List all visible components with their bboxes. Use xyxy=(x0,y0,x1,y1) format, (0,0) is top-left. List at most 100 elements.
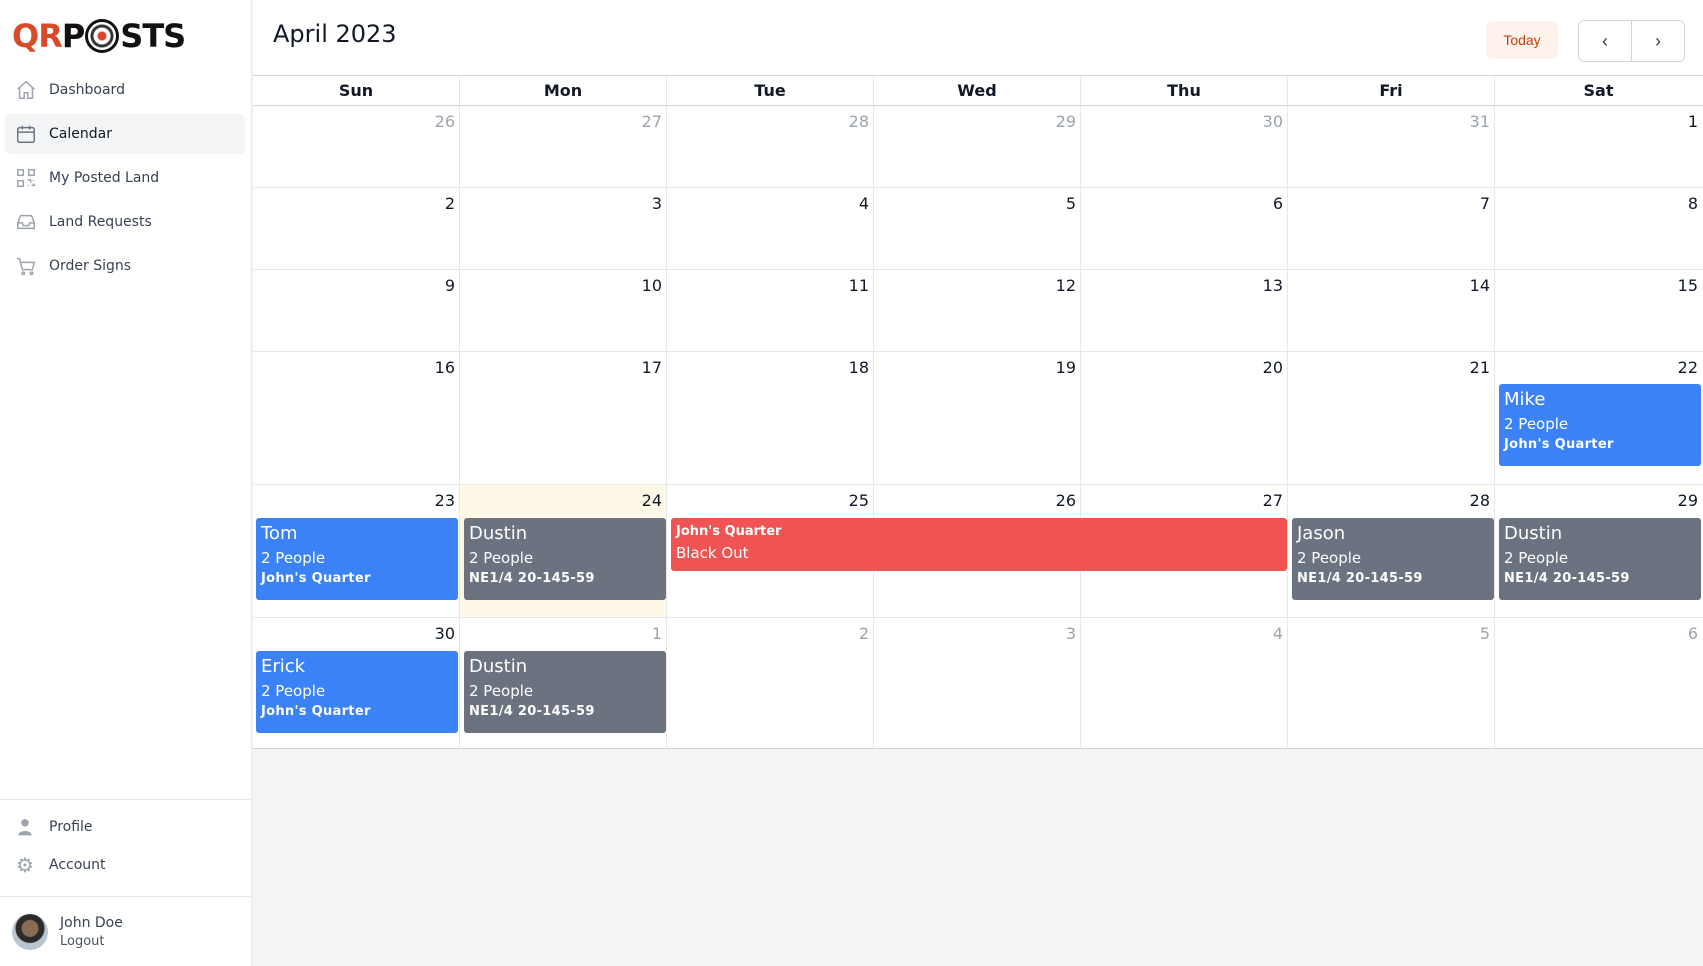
event-name: Jason xyxy=(1297,523,1346,544)
avatar[interactable] xyxy=(12,913,48,950)
calendar-event[interactable]: Dustin 2 People NE1/4 20-145-59 xyxy=(464,651,666,733)
day-cell[interactable]: 14 xyxy=(1288,270,1495,351)
weekday-label: Mon xyxy=(460,76,667,105)
event-land: NE1/4 20-145-59 xyxy=(1297,571,1423,586)
event-land: John's Quarter xyxy=(261,704,371,719)
day-cell[interactable]: 7 xyxy=(1288,188,1495,269)
weekday-label: Sat xyxy=(1583,81,1614,100)
day-cell[interactable]: 29 xyxy=(874,106,1081,187)
user-panel: John Doe Logout xyxy=(0,896,252,966)
day-cell[interactable]: 31 xyxy=(1288,106,1495,187)
logo-text-left: QR xyxy=(12,17,63,55)
sidebar-item-label: Dashboard xyxy=(49,82,125,98)
day-cell[interactable]: 2 xyxy=(253,188,460,269)
week-row: 26 27 28 29 30 31 1 xyxy=(253,106,1703,188)
day-cell[interactable]: 4 xyxy=(667,188,874,269)
qrposts-logo[interactable]: QRPOPSTS xyxy=(12,16,186,56)
day-cell[interactable]: 17 xyxy=(460,352,667,484)
sidebar-item-label: Profile xyxy=(49,819,93,835)
calendar-event[interactable]: Jason 2 People NE1/4 20-145-59 xyxy=(1292,518,1494,600)
event-title: Black Out xyxy=(676,544,749,562)
sidebar-item-dashboard[interactable]: Dashboard xyxy=(5,70,245,110)
calendar-grid: Sun Mon Tue Wed Thu Fri Sat 26 27 28 29 … xyxy=(253,75,1703,750)
day-cell[interactable]: 28 xyxy=(667,106,874,187)
event-name: Dustin xyxy=(1504,523,1563,544)
gear-icon: ⚙ xyxy=(16,853,34,877)
week-row: 16 17 18 19 20 21 22 xyxy=(253,352,1703,485)
event-name: Tom xyxy=(261,523,298,544)
day-cell[interactable]: 10 xyxy=(460,270,667,351)
event-name: Mike xyxy=(1504,389,1546,410)
event-land: John's Quarter xyxy=(1504,437,1614,452)
cart-icon xyxy=(16,257,36,276)
logo-text-right: STS xyxy=(120,17,186,55)
day-cell[interactable]: 5 xyxy=(1288,618,1495,750)
day-cell[interactable]: 6 xyxy=(1081,188,1288,269)
day-cell[interactable]: 12 xyxy=(874,270,1081,351)
next-month-button[interactable]: › xyxy=(1631,21,1684,61)
sidebar-item-my-posted-land[interactable]: My Posted Land xyxy=(5,158,245,198)
day-cell[interactable]: 19 xyxy=(874,352,1081,484)
sidebar: QRPOPSTS Dashboard Calendar My Posted La… xyxy=(0,0,252,966)
sidebar-item-label: Account xyxy=(49,857,106,873)
week-row: 9 10 11 12 13 14 15 xyxy=(253,270,1703,352)
sidebar-item-calendar[interactable]: Calendar xyxy=(5,114,245,154)
day-cell[interactable]: 16 xyxy=(253,352,460,484)
sidebar-item-profile[interactable]: Profile xyxy=(0,808,252,846)
day-cell[interactable]: 20 xyxy=(1081,352,1288,484)
qr-code-icon xyxy=(17,169,35,187)
event-people: 2 People xyxy=(469,682,534,700)
day-cell[interactable]: 21 xyxy=(1288,352,1495,484)
day-cell[interactable]: 6 xyxy=(1495,618,1702,750)
event-land: John's Quarter xyxy=(261,571,371,586)
event-people: 2 People xyxy=(1504,415,1569,433)
weekday-label: Tue xyxy=(667,76,874,105)
blackout-event[interactable]: John's Quarter Black Out xyxy=(671,518,1287,571)
calendar-event[interactable]: Dustin 2 People NE1/4 20-145-59 xyxy=(1499,518,1701,600)
day-cell[interactable]: 5 xyxy=(874,188,1081,269)
calendar-event[interactable]: Tom 2 People John's Quarter xyxy=(256,518,458,600)
event-people: 2 People xyxy=(261,682,326,700)
calendar-event[interactable]: Dustin 2 People NE1/4 20-145-59 xyxy=(464,518,666,600)
weekday-label: Thu xyxy=(1081,76,1288,105)
event-land: NE1/4 20-145-59 xyxy=(1504,571,1630,586)
sidebar-item-label: My Posted Land xyxy=(49,170,160,186)
day-cell[interactable]: 13 xyxy=(1081,270,1288,351)
user-name: John Doe xyxy=(60,914,123,931)
day-cell[interactable]: 26 xyxy=(253,106,460,187)
day-cell[interactable]: 3 xyxy=(460,188,667,269)
weekday-label: Fri xyxy=(1288,76,1495,105)
sidebar-item-label: Land Requests xyxy=(49,214,152,230)
sidebar-item-order-signs[interactable]: Order Signs xyxy=(5,246,245,286)
day-cell[interactable]: 15 xyxy=(1495,270,1702,351)
user-icon xyxy=(14,816,36,838)
day-cell[interactable]: 2 xyxy=(667,618,874,750)
day-cell[interactable]: 30 xyxy=(1081,106,1288,187)
event-land: NE1/4 20-145-59 xyxy=(469,704,595,719)
prev-month-button[interactable]: ‹ xyxy=(1579,21,1631,61)
calendar-event[interactable]: Erick 2 People John's Quarter xyxy=(256,651,458,733)
sidebar-item-account[interactable]: ⚙ Account xyxy=(0,846,252,884)
sidebar-item-land-requests[interactable]: Land Requests xyxy=(5,202,245,242)
day-cell[interactable]: 27 xyxy=(460,106,667,187)
event-name: Dustin xyxy=(469,523,528,544)
day-cell[interactable]: 9 xyxy=(253,270,460,351)
day-cell[interactable]: 11 xyxy=(667,270,874,351)
week-row: 2 3 4 5 6 7 8 xyxy=(253,188,1703,270)
calendar-icon xyxy=(17,125,35,143)
today-button[interactable]: Today xyxy=(1486,21,1558,59)
day-cell[interactable]: 3 xyxy=(874,618,1081,750)
day-cell[interactable]: 18 xyxy=(667,352,874,484)
logout-link[interactable]: Logout xyxy=(60,934,123,949)
day-cell[interactable]: 4 xyxy=(1081,618,1288,750)
calendar-header: April 2023 Today ‹ › xyxy=(253,0,1703,75)
secondary-nav: Profile ⚙ Account xyxy=(0,799,252,884)
day-cell[interactable]: 8 xyxy=(1495,188,1702,269)
event-name: Dustin xyxy=(469,656,528,677)
event-people: 2 People xyxy=(469,549,534,567)
event-people: 2 People xyxy=(1504,549,1569,567)
calendar-event[interactable]: Mike 2 People John's Quarter xyxy=(1499,384,1701,466)
month-nav: ‹ › xyxy=(1578,20,1685,62)
sidebar-item-label: Order Signs xyxy=(49,258,132,274)
day-cell[interactable]: 1 xyxy=(1495,106,1702,187)
